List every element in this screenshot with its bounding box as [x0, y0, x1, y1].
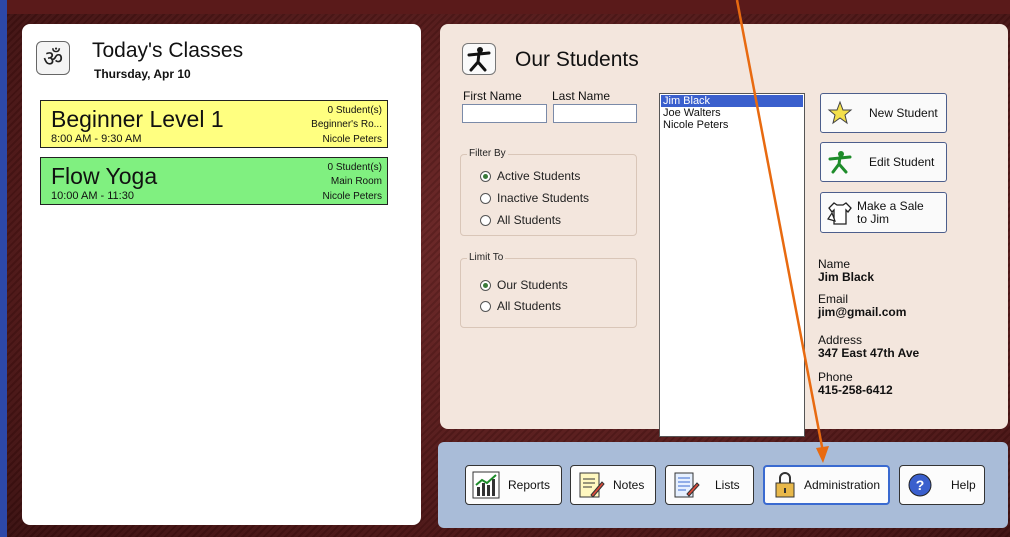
help-label: Help: [951, 478, 976, 492]
yoga-pose-icon: [825, 147, 855, 177]
address-label: Address: [818, 333, 863, 347]
class-name: Flow Yoga: [51, 163, 158, 189]
phone-value: 415-258-6412: [818, 383, 893, 397]
address-value: 347 East 47th Ave: [818, 346, 920, 360]
first-name-label: First Name: [463, 89, 522, 103]
lists-label: Lists: [715, 478, 740, 492]
name-value: Jim Black: [818, 270, 875, 284]
class-instructor: Nicole Peters: [322, 134, 382, 145]
limit-to-title: Limit To: [467, 252, 506, 263]
new-student-button[interactable]: New Student: [820, 93, 947, 133]
padlock-icon: [770, 470, 800, 500]
lists-button[interactable]: Lists: [665, 465, 754, 505]
radio-circle-icon: [480, 170, 491, 182]
make-a-sale-label: Make a Sale to Jim: [857, 198, 924, 226]
reports-label: Reports: [508, 478, 551, 492]
radio-circle-icon: [480, 214, 491, 226]
class-time: 8:00 AM - 9:30 AM: [51, 133, 142, 145]
filter-by-group: Filter By Active Students Inactive Stude…: [460, 148, 637, 236]
help-button[interactable]: ? Help: [899, 465, 985, 505]
last-name-input[interactable]: [553, 104, 637, 123]
radio-label: Active Students: [497, 169, 581, 183]
bottom-toolbar: Reports Notes Lists Administration ? Hel…: [438, 442, 1008, 528]
radio-circle-icon: [480, 279, 491, 291]
top-border: [0, 0, 1010, 14]
chart-icon: [471, 470, 501, 500]
name-label: Name: [818, 257, 851, 271]
first-name-input[interactable]: [462, 104, 547, 123]
students-list[interactable]: Jim Black Joe Walters Nicole Peters: [659, 93, 805, 437]
edit-student-label: Edit Student: [869, 155, 935, 169]
radio-inactive-students[interactable]: Inactive Students: [480, 191, 589, 205]
list-item[interactable]: Jim Black: [661, 95, 803, 107]
administration-button[interactable]: Administration: [763, 465, 890, 505]
email-label: Email: [818, 292, 849, 306]
radio-our-students[interactable]: Our Students: [480, 278, 568, 292]
class-instructor: Nicole Peters: [322, 191, 382, 202]
radio-all-students-filter[interactable]: All Students: [480, 213, 561, 227]
todays-date: Thursday, Apr 10: [94, 67, 191, 81]
list-item[interactable]: Nicole Peters: [661, 119, 803, 131]
todays-classes-title: Today's Classes: [92, 39, 244, 62]
class-card-beginner-level-1[interactable]: Beginner Level 1 8:00 AM - 9:30 AM 0 Stu…: [40, 100, 388, 148]
radio-label: Our Students: [497, 278, 568, 292]
radio-label: All Students: [497, 299, 562, 313]
make-a-sale-button[interactable]: Make a Sale to Jim: [820, 192, 947, 233]
notepad-icon: [576, 470, 606, 500]
class-room: Main Room: [330, 176, 382, 187]
radio-active-students[interactable]: Active Students: [480, 169, 580, 183]
radio-label: All Students: [497, 213, 562, 227]
todays-classes-panel: ॐ Today's Classes Thursday, Apr 10 Begin…: [22, 24, 421, 525]
list-icon: [671, 470, 701, 500]
phone-label: Phone: [818, 370, 853, 384]
radio-label: Inactive Students: [497, 191, 590, 205]
make-a-sale-line2: to Jim: [857, 211, 890, 226]
radio-circle-icon: [480, 300, 491, 312]
notes-button[interactable]: Notes: [570, 465, 656, 505]
notes-label: Notes: [613, 478, 645, 492]
administration-label: Administration: [804, 478, 881, 492]
email-value: jim@gmail.com: [818, 305, 907, 319]
list-item[interactable]: Joe Walters: [661, 107, 803, 119]
class-name: Beginner Level 1: [51, 106, 224, 132]
left-border: [0, 0, 7, 537]
new-student-label: New Student: [869, 106, 938, 120]
class-student-count: 0 Student(s): [327, 105, 382, 116]
class-room: Beginner's Ro...: [311, 119, 382, 130]
our-students-panel: Our Students First Name Last Name Filter…: [440, 24, 1008, 437]
class-student-count: 0 Student(s): [327, 162, 382, 173]
reports-button[interactable]: Reports: [465, 465, 562, 505]
class-time: 10:00 AM - 11:30: [51, 190, 134, 202]
filter-by-title: Filter By: [467, 148, 508, 159]
shirt-icon: [825, 198, 855, 228]
help-icon: ?: [905, 470, 935, 500]
limit-to-group: Limit To Our Students All Students: [460, 252, 637, 328]
yoga-pose-icon: [462, 43, 496, 75]
svg-text:?: ?: [916, 477, 925, 493]
radio-all-students-limit[interactable]: All Students: [480, 299, 561, 313]
last-name-label: Last Name: [552, 89, 611, 103]
our-students-title: Our Students: [515, 48, 639, 71]
radio-circle-icon: [480, 192, 491, 204]
edit-student-button[interactable]: Edit Student: [820, 142, 947, 182]
class-card-flow-yoga[interactable]: Flow Yoga 10:00 AM - 11:30 0 Student(s) …: [40, 157, 388, 205]
om-icon: ॐ: [36, 41, 70, 75]
star-icon: [825, 98, 855, 128]
make-a-sale-line1: Make a Sale: [857, 198, 924, 213]
